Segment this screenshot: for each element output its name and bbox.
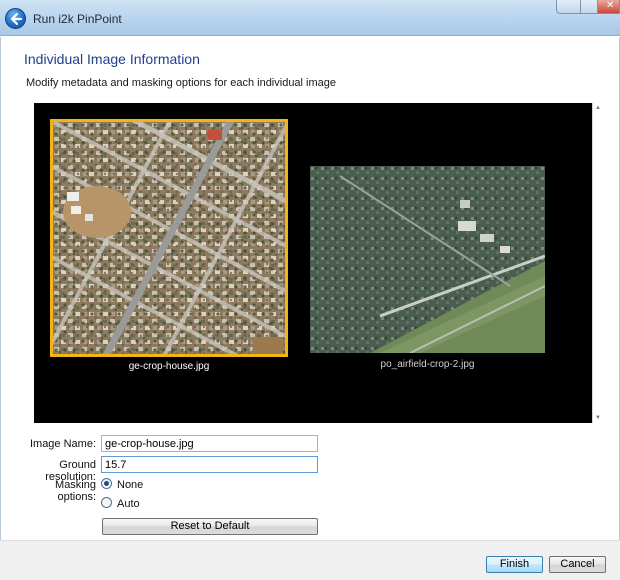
masking-none-label: None — [117, 479, 144, 491]
page-title: Individual Image Information — [24, 51, 200, 67]
ground-resolution-input[interactable] — [101, 456, 318, 473]
image-viewport: ge-crop-house.jpg po_airfield-crop-2.jpg… — [34, 103, 602, 423]
cancel-button[interactable]: Cancel — [549, 556, 606, 573]
image-thumbnail-ge-crop-house[interactable]: ge-crop-house.jpg — [50, 119, 288, 372]
finish-button[interactable]: Finish — [486, 556, 543, 573]
viewport-scrollbar[interactable]: ▲ ▼ — [592, 103, 602, 423]
image-name-label: Image Name: — [29, 438, 96, 450]
thumbnail-image — [50, 119, 288, 357]
minimize-button[interactable] — [556, 0, 581, 14]
thumbnail-label: po_airfield-crop-2.jpg — [380, 359, 475, 370]
masking-auto-radio[interactable] — [101, 497, 112, 508]
image-thumbnail-po-airfield-crop-2[interactable]: po_airfield-crop-2.jpg — [310, 166, 545, 371]
image-name-input[interactable] — [101, 435, 318, 452]
wizard-content: Individual Image Information Modify meta… — [0, 37, 620, 540]
back-arrow-icon — [10, 12, 23, 26]
masking-options-label: Masking options: — [55, 479, 96, 503]
page-description: Modify metadata and masking options for … — [26, 77, 337, 89]
close-button[interactable]: ✕ — [597, 0, 620, 14]
scroll-up-icon[interactable]: ▲ — [595, 105, 601, 111]
window-title: Run i2k PinPoint — [33, 12, 122, 26]
wizard-footer: Finish Cancel — [0, 540, 620, 580]
scroll-down-icon[interactable]: ▼ — [595, 415, 601, 421]
title-bar: Run i2k PinPoint ✕ — [0, 0, 620, 36]
masking-auto-label: Auto — [117, 498, 140, 510]
masking-none-radio[interactable] — [101, 478, 112, 489]
close-icon: ✕ — [606, 0, 615, 11]
thumbnail-image — [310, 166, 545, 353]
thumbnail-label: ge-crop-house.jpg — [128, 361, 210, 372]
back-button[interactable] — [5, 8, 26, 29]
maximize-button[interactable] — [580, 0, 598, 14]
reset-to-default-button[interactable]: Reset to Default — [102, 518, 318, 535]
